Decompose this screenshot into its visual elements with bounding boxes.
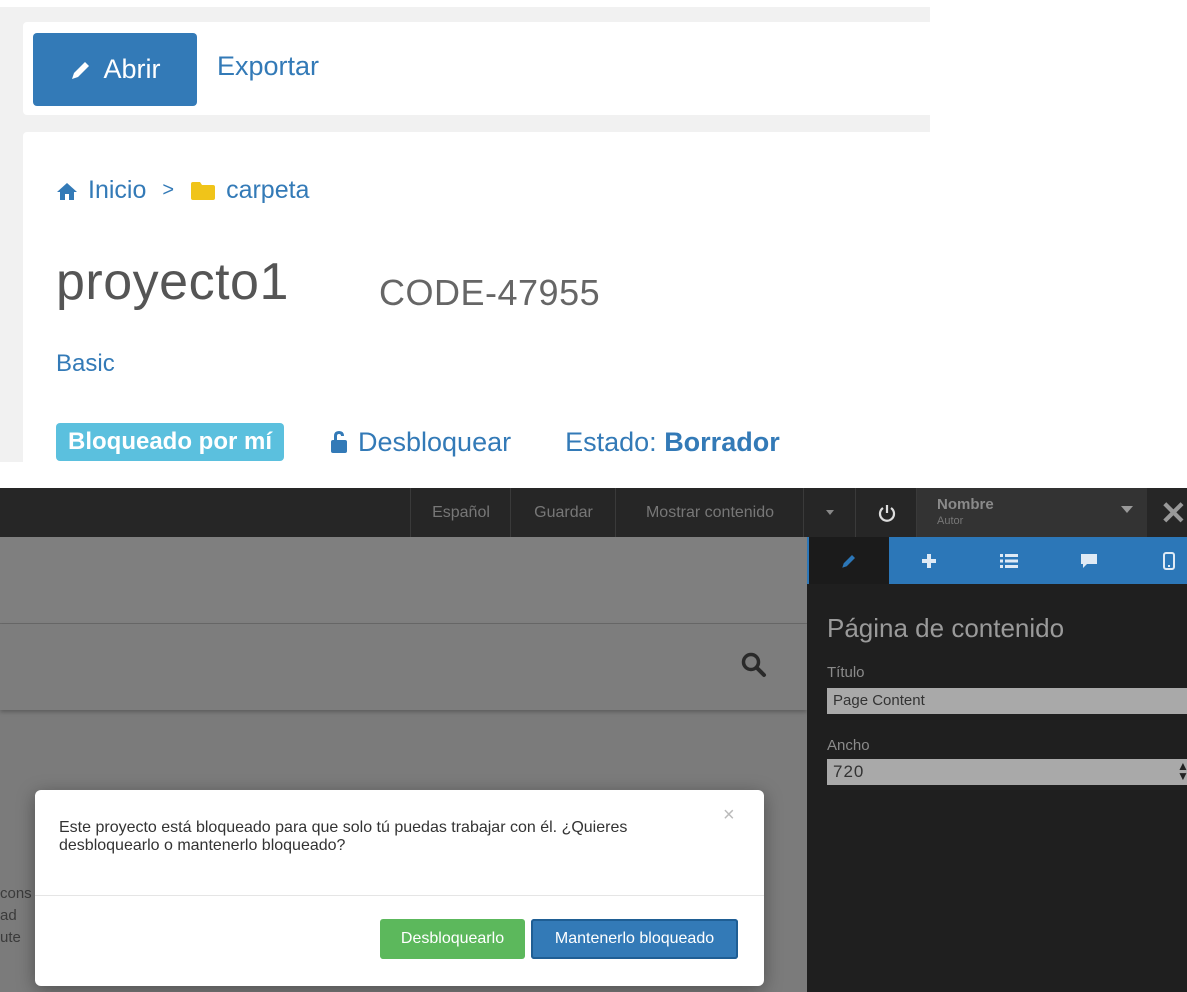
close-icon[interactable]: ✕ bbox=[1160, 494, 1187, 532]
canvas-search-bar bbox=[0, 624, 807, 710]
width-field-value: 720 bbox=[833, 762, 865, 781]
tab-add[interactable] bbox=[889, 537, 969, 584]
status-value: Borrador bbox=[664, 426, 780, 457]
status-indicator: Estado: Borrador bbox=[565, 427, 780, 458]
search-icon[interactable] bbox=[741, 652, 767, 678]
sidebar-heading: Página de contenido bbox=[827, 613, 1065, 643]
breadcrumb: Inicio > carpeta bbox=[56, 176, 309, 205]
project-details-card: Inicio > carpeta proyecto1 CODE-47955 Ba… bbox=[23, 132, 930, 469]
folder-icon bbox=[191, 181, 216, 200]
dialog-message: Este proyecto está bloqueado para que so… bbox=[59, 819, 628, 854]
home-icon bbox=[57, 182, 77, 200]
canvas-text-line: cons bbox=[0, 885, 32, 902]
width-field-label: Ancho bbox=[827, 737, 870, 754]
spinner-icon[interactable]: ▲ ▼ bbox=[1177, 760, 1187, 782]
mobile-icon bbox=[1163, 551, 1175, 570]
unlock-icon bbox=[331, 431, 347, 453]
action-toolbar: Abrir Exportar bbox=[23, 22, 930, 115]
user-name: Nombre bbox=[937, 496, 994, 513]
project-panel: Abrir Exportar Inicio > carpeta proyecto… bbox=[0, 0, 930, 469]
editor-topbar: Español Guardar Mostrar contenido Nombre… bbox=[0, 488, 1187, 537]
dialog-close-icon[interactable]: × bbox=[723, 804, 735, 827]
breadcrumb-folder[interactable]: carpeta bbox=[226, 176, 309, 205]
export-link[interactable]: Exportar bbox=[217, 51, 319, 82]
status-label: Estado: bbox=[565, 426, 657, 457]
lock-status-row: Bloqueado por mí Desbloquear Estado: Bor… bbox=[56, 423, 780, 461]
unlock-dialog: Este proyecto está bloqueado para que so… bbox=[35, 790, 764, 986]
project-title: proyecto1 bbox=[56, 253, 289, 311]
title-field[interactable]: Page Content bbox=[827, 688, 1187, 714]
canvas-text-line: ute bbox=[0, 929, 21, 946]
sidebar-tabs bbox=[807, 537, 1187, 584]
pencil-icon bbox=[842, 554, 855, 568]
user-role: Autor bbox=[937, 515, 964, 527]
user-caret-icon bbox=[1121, 506, 1133, 513]
canvas-header bbox=[0, 537, 807, 624]
open-button[interactable]: Abrir bbox=[33, 33, 197, 106]
breadcrumb-home[interactable]: Inicio bbox=[88, 176, 146, 205]
power-button[interactable] bbox=[855, 488, 917, 537]
canvas-text-line: ad bbox=[0, 907, 17, 924]
plan-link[interactable]: Basic bbox=[56, 350, 115, 378]
properties-sidebar: Página de contenido Título Page Content … bbox=[807, 537, 1187, 992]
open-button-label: Abrir bbox=[103, 54, 161, 84]
locked-badge: Bloqueado por mí bbox=[56, 423, 284, 461]
power-icon bbox=[878, 504, 895, 522]
unlock-link[interactable]: Desbloquear bbox=[330, 427, 511, 458]
canvas-body-text: cons ad ute bbox=[0, 883, 32, 949]
more-dropdown[interactable] bbox=[803, 488, 856, 537]
user-menu[interactable]: Nombre Autor bbox=[916, 488, 1147, 537]
width-field[interactable]: 720 ▲ ▼ bbox=[827, 759, 1187, 785]
title-field-label: Título bbox=[827, 664, 865, 681]
show-content-button[interactable]: Mostrar contenido bbox=[615, 488, 804, 537]
language-selector[interactable]: Español bbox=[410, 488, 511, 537]
pencil-icon bbox=[72, 61, 90, 79]
breadcrumb-separator: > bbox=[162, 179, 175, 201]
unlock-label: Desbloquear bbox=[358, 426, 512, 457]
plus-icon bbox=[922, 553, 936, 568]
list-icon bbox=[1000, 553, 1018, 568]
tab-edit[interactable] bbox=[809, 537, 889, 584]
chevron-down-icon bbox=[826, 510, 834, 515]
tab-mobile[interactable] bbox=[1129, 537, 1187, 584]
keep-locked-button[interactable]: Mantenerlo bloqueado bbox=[531, 919, 738, 959]
tab-comments[interactable] bbox=[1049, 537, 1129, 584]
dialog-divider bbox=[35, 895, 764, 896]
tab-list[interactable] bbox=[969, 537, 1049, 584]
unlock-confirm-button[interactable]: Desbloquearlo bbox=[380, 919, 525, 959]
save-button[interactable]: Guardar bbox=[510, 488, 616, 537]
comment-icon bbox=[1081, 553, 1097, 568]
project-code: CODE-47955 bbox=[379, 272, 601, 313]
